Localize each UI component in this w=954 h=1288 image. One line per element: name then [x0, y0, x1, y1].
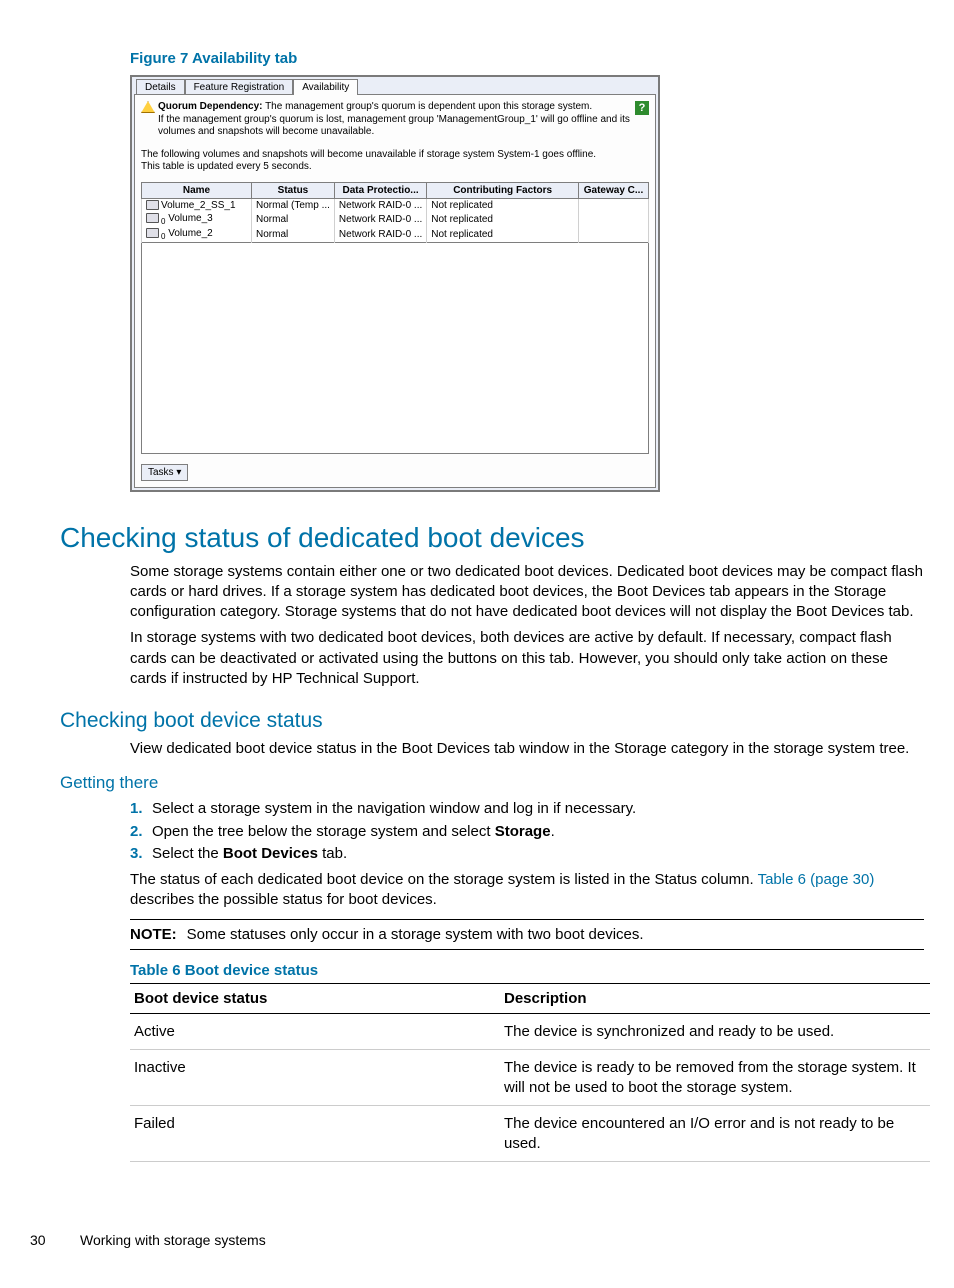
list-item: 1.Select a storage system in the navigat… — [156, 799, 924, 819]
cell-dp: Network RAID-0 ... — [334, 227, 426, 243]
screenshot-note: The following volumes and snapshots will… — [141, 149, 649, 174]
paragraph: Some storage systems contain either one … — [130, 562, 924, 623]
th-description: Description — [500, 983, 930, 1013]
page-number: 30 — [30, 1232, 80, 1248]
table-6-link[interactable]: Table 6 (page 30) — [758, 871, 875, 888]
volume-icon — [146, 228, 159, 238]
figure-caption: Figure 7 Availability tab — [130, 50, 924, 67]
tab-feature-registration[interactable]: Feature Registration — [185, 79, 294, 95]
col-name[interactable]: Name — [142, 182, 252, 198]
step-text-pre: Select the — [152, 845, 223, 862]
p4-b: describes the possible status for boot d… — [130, 891, 437, 908]
paragraph: View dedicated boot device status in the… — [130, 739, 924, 759]
th-status: Boot device status — [130, 983, 500, 1013]
warning-line1: The management group's quorum is depende… — [262, 101, 592, 112]
table-blank-area — [141, 243, 649, 454]
boot-device-status-table: Boot device status Description Active Th… — [130, 983, 930, 1163]
table-row: Failed The device encountered an I/O err… — [130, 1106, 930, 1162]
availability-table: Name Status Data Protectio... Contributi… — [141, 182, 649, 243]
note-line2: This table is updated every 5 seconds. — [141, 161, 312, 172]
cell-status: Inactive — [130, 1050, 500, 1106]
step-text-post: . — [551, 823, 555, 840]
cell-dp: Network RAID-0 ... — [334, 212, 426, 227]
note-line1: The following volumes and snapshots will… — [141, 149, 596, 160]
cell-gw — [579, 227, 649, 243]
snapshot-icon — [146, 200, 159, 210]
note-text: Some statuses only occur in a storage sy… — [187, 926, 644, 943]
list-item: 2.Open the tree below the storage system… — [156, 822, 924, 842]
table-row[interactable]: 0 Volume_2 Normal Network RAID-0 ... Not… — [142, 227, 649, 243]
tab-availability[interactable]: Availability — [293, 79, 358, 95]
tasks-button[interactable]: Tasks ▾ — [141, 464, 188, 481]
step-text-post: tab. — [318, 845, 347, 862]
p4-a: The status of each dedicated boot device… — [130, 871, 758, 888]
cell-cf: Not replicated — [427, 198, 579, 212]
warning-line2: If the management group's quorum is lost… — [158, 114, 630, 138]
table-row: Inactive The device is ready to be remov… — [130, 1050, 930, 1106]
cell-status: Failed — [130, 1106, 500, 1162]
footer-title: Working with storage systems — [80, 1232, 266, 1248]
heading-checking-status: Checking status of dedicated boot device… — [60, 522, 924, 554]
warning-text: Quorum Dependency: The management group'… — [158, 101, 635, 139]
heading-getting-there: Getting there — [60, 773, 924, 793]
table-header-row: Name Status Data Protectio... Contributi… — [142, 182, 649, 198]
cell-description: The device encountered an I/O error and … — [500, 1106, 930, 1162]
steps-list: 1.Select a storage system in the navigat… — [130, 799, 924, 864]
heading-checking-boot-device-status: Checking boot device status — [60, 709, 924, 733]
cell-status: Active — [130, 1013, 500, 1050]
step-text-pre: Open the tree below the storage system a… — [152, 823, 495, 840]
help-icon[interactable]: ? — [635, 101, 649, 115]
screenshot-tabs: Details Feature Registration Availabilit… — [134, 79, 656, 95]
cell-gw — [579, 212, 649, 227]
page-footer: 30Working with storage systems — [30, 1232, 924, 1248]
cell-name: Volume_2_SS_1 — [161, 200, 236, 211]
cell-description: The device is ready to be removed from t… — [500, 1050, 930, 1106]
col-data-protection[interactable]: Data Protectio... — [334, 182, 426, 198]
col-gateway[interactable]: Gateway C... — [579, 182, 649, 198]
step-bold: Storage — [495, 823, 551, 840]
warning-label: Quorum Dependency: — [158, 101, 262, 112]
note-box: NOTE: Some statuses only occur in a stora… — [130, 919, 924, 950]
step-number: 2. — [130, 822, 152, 842]
step-bold: Boot Devices — [223, 845, 318, 862]
list-item: 3.Select the Boot Devices tab. — [156, 844, 924, 864]
step-number: 3. — [130, 844, 152, 864]
table-row: Active The device is synchronized and re… — [130, 1013, 930, 1050]
cell-status: Normal — [252, 227, 335, 243]
cell-cf: Not replicated — [427, 212, 579, 227]
tab-details[interactable]: Details — [136, 79, 185, 95]
table-row[interactable]: Volume_2_SS_1 Normal (Temp ... Network R… — [142, 198, 649, 212]
screenshot-content: Quorum Dependency: The management group'… — [134, 94, 656, 488]
step-number: 1. — [130, 799, 152, 819]
cell-status: Normal — [252, 212, 335, 227]
cell-name: Volume_3 — [168, 213, 212, 224]
step-text: Select a storage system in the navigatio… — [152, 800, 636, 817]
cell-description: The device is synchronized and ready to … — [500, 1013, 930, 1050]
paragraph: In storage systems with two dedicated bo… — [130, 628, 924, 689]
availability-screenshot: Details Feature Registration Availabilit… — [130, 75, 660, 492]
cell-name: Volume_2 — [168, 228, 212, 239]
table-header-row: Boot device status Description — [130, 983, 930, 1013]
paragraph: The status of each dedicated boot device… — [130, 870, 924, 911]
cell-cf: Not replicated — [427, 227, 579, 243]
col-contributing-factors[interactable]: Contributing Factors — [427, 182, 579, 198]
note-label: NOTE: — [130, 926, 177, 943]
cell-gw — [579, 198, 649, 212]
cell-status: Normal (Temp ... — [252, 198, 335, 212]
volume-icon — [146, 213, 159, 223]
warning-icon — [141, 101, 155, 113]
cell-dp: Network RAID-0 ... — [334, 198, 426, 212]
col-status[interactable]: Status — [252, 182, 335, 198]
table-caption: Table 6 Boot device status — [130, 962, 924, 979]
table-row[interactable]: 0 Volume_3 Normal Network RAID-0 ... Not… — [142, 212, 649, 227]
